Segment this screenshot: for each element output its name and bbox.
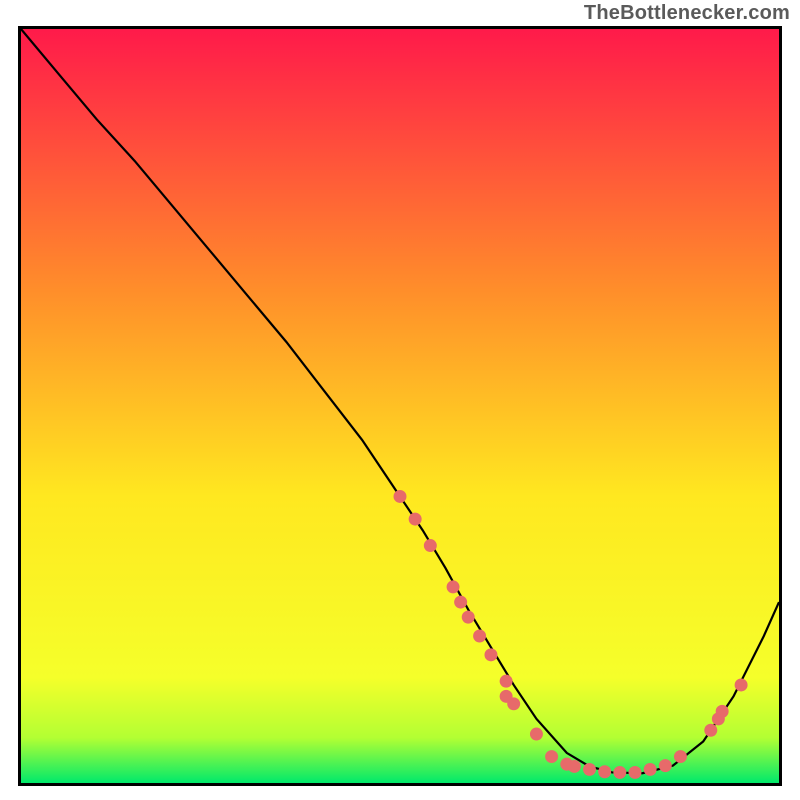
chart-container: TheBottlenecker.com bbox=[0, 0, 800, 800]
marker-point bbox=[704, 724, 717, 737]
gradient-background bbox=[21, 29, 779, 783]
marker-point bbox=[447, 580, 460, 593]
marker-point bbox=[484, 648, 497, 661]
marker-point bbox=[409, 513, 422, 526]
marker-point bbox=[659, 759, 672, 772]
marker-point bbox=[674, 750, 687, 763]
marker-point bbox=[545, 750, 558, 763]
plot-area bbox=[18, 26, 782, 786]
marker-point bbox=[568, 760, 581, 773]
marker-point bbox=[644, 763, 657, 776]
marker-point bbox=[462, 611, 475, 624]
marker-point bbox=[500, 675, 513, 688]
marker-point bbox=[507, 697, 520, 710]
chart-svg bbox=[21, 29, 779, 783]
attribution-text: TheBottlenecker.com bbox=[584, 2, 790, 25]
marker-point bbox=[454, 596, 467, 609]
marker-point bbox=[473, 630, 486, 643]
marker-point bbox=[613, 766, 626, 779]
marker-point bbox=[716, 705, 729, 718]
marker-point bbox=[628, 766, 641, 779]
marker-point bbox=[530, 728, 543, 741]
marker-point bbox=[598, 765, 611, 778]
marker-point bbox=[424, 539, 437, 552]
marker-point bbox=[735, 678, 748, 691]
marker-point bbox=[583, 763, 596, 776]
marker-point bbox=[394, 490, 407, 503]
